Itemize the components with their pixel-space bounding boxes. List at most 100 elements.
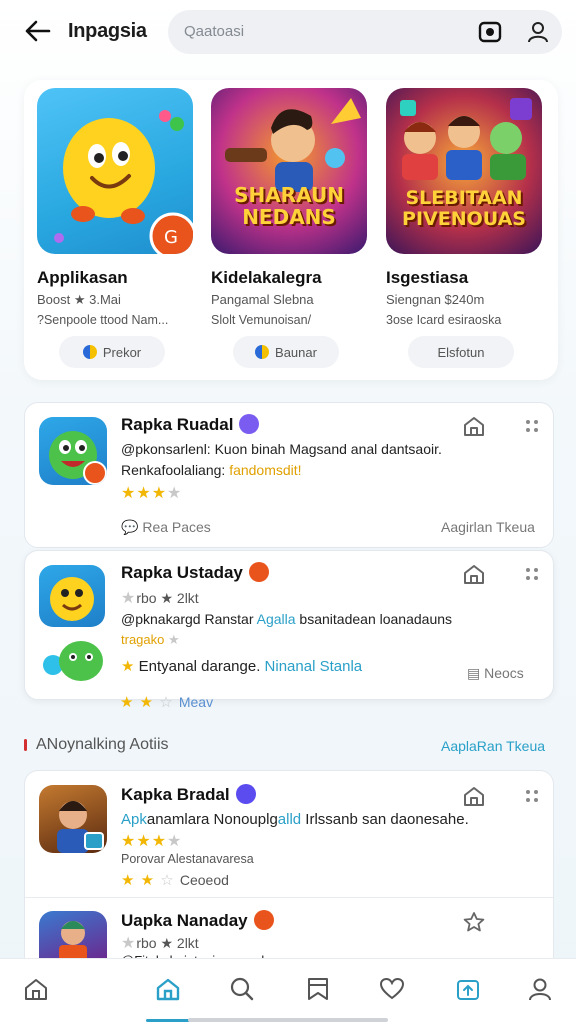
rating-text: rbo ★ 2lkt xyxy=(136,590,199,606)
top-bar: Inpagsia Qaatoasi xyxy=(0,0,576,64)
description-text: @pknakargd Ranstar xyxy=(121,611,257,627)
news-meta[interactable]: ▤ Neocs xyxy=(467,665,524,682)
wishlist-star-icon[interactable] xyxy=(463,911,485,933)
app-title: Rapka Ustaday xyxy=(121,561,269,584)
app-description: @pknakargd Ranstar Agalla bsanitadean lo… xyxy=(121,611,452,627)
drag-handle-icon[interactable] xyxy=(525,419,539,433)
logo-line: SHARAUN xyxy=(234,183,344,207)
app-title: Uapka Nanaday xyxy=(121,909,274,932)
description-link[interactable]: alld xyxy=(278,811,301,828)
app-title-text: Kapka Bradal xyxy=(121,785,230,804)
install-button[interactable]: Baunar xyxy=(233,336,339,368)
search-placeholder[interactable]: Qaatoasi xyxy=(184,23,244,40)
rating-line: ★ ★ ☆ Ceoeod xyxy=(121,872,229,889)
featured-carousel: G Applikasan Boost ★ 3.Mai ?Senpoole tto… xyxy=(24,80,558,380)
app-description: ?Senpoole ttood Nam... xyxy=(37,313,169,327)
app-icon[interactable] xyxy=(39,911,107,959)
see-more-link[interactable]: Aagirlan Tkeua xyxy=(441,519,535,535)
description-text: anamlara Nonouplg xyxy=(146,811,278,828)
description-link[interactable]: Apk xyxy=(121,811,147,828)
tagline-text: Renkafoolaliang: xyxy=(121,462,230,478)
app-name: Applikasan xyxy=(37,268,128,287)
app-title: Rapka Ruadal xyxy=(121,413,260,436)
app-subtitle: Porovar Alestanavaresa xyxy=(121,852,254,866)
drag-handle-icon[interactable] xyxy=(525,567,539,581)
user-icon[interactable] xyxy=(526,20,550,44)
rating-text: Ceoeod xyxy=(179,872,229,888)
app-icon[interactable]: SLEBITAAN PIVENOUAS xyxy=(386,88,542,254)
nav-active-indicator xyxy=(146,1019,190,1022)
app-list-item[interactable]: Rapka Ustaday ★rbo ★ 2lkt @pknakargd Ran… xyxy=(24,550,554,700)
store-icon[interactable] xyxy=(463,785,485,807)
back-arrow-icon[interactable] xyxy=(22,16,54,46)
app-icon-secondary xyxy=(39,637,107,685)
nav-search-icon[interactable] xyxy=(226,973,258,1005)
logo-line: PIVENOUAS xyxy=(402,208,526,230)
app-icon[interactable]: SHARAUN NEDANS xyxy=(211,88,367,254)
app-description: Apkanamlara Nonouplgalld Irlssanb san da… xyxy=(121,811,469,828)
app-icon[interactable]: G xyxy=(37,88,193,254)
app-title: Kapka Bradal xyxy=(121,783,256,806)
section-see-all-link[interactable]: AaplaRan Tkeua xyxy=(441,738,545,754)
button-label: Elsfotun xyxy=(437,344,485,360)
feature-line: ★ Entyanal darange. Ninanal Stanla xyxy=(121,657,362,675)
review-meta-text: Rea Paces xyxy=(142,519,211,535)
star-icon: ★ xyxy=(121,658,135,675)
play-icon xyxy=(82,345,97,359)
app-title: Inpagsia xyxy=(68,20,147,42)
svg-text:G: G xyxy=(164,227,178,248)
divider xyxy=(25,897,553,898)
nav-profile-icon[interactable] xyxy=(524,973,556,1005)
app-name: Isgestiasa xyxy=(386,268,469,287)
bottom-navigation xyxy=(0,958,576,1024)
section-title: ANoynalking Aotiis xyxy=(24,736,169,753)
app-icon[interactable] xyxy=(39,565,105,627)
app-icon[interactable] xyxy=(39,417,107,485)
install-button[interactable]: Elsfotun xyxy=(408,336,514,368)
featured-card[interactable]: SLEBITAAN PIVENOUAS Isgestiasa Siengnan … xyxy=(386,88,546,368)
rating-line: ★rbo ★ 2lkt xyxy=(121,590,199,607)
game-logo: SHARAUN NEDANS xyxy=(223,184,355,228)
verified-badge-icon xyxy=(235,783,256,804)
game-logo: SLEBITAAN PIVENOUAS xyxy=(394,188,534,230)
logo-line: NEDANS xyxy=(242,205,336,229)
review-meta[interactable]: 💬 Rea Paces xyxy=(121,519,211,536)
app-description: @pkonsarlenl: Kuon binah Magsand anal da… xyxy=(121,441,442,457)
home-indicator xyxy=(188,1018,388,1022)
nav-apps-icon[interactable] xyxy=(152,973,184,1005)
install-button[interactable]: Prekor xyxy=(59,336,165,368)
app-icon[interactable] xyxy=(39,785,107,853)
description-link[interactable]: Agalla xyxy=(257,611,296,627)
nav-updates-icon[interactable] xyxy=(452,973,484,1005)
nav-favorites-icon[interactable] xyxy=(376,973,408,1005)
store-icon[interactable] xyxy=(463,415,485,437)
store-icon[interactable] xyxy=(463,563,485,585)
verified-badge-icon xyxy=(239,413,260,434)
tagline-highlight: fandomsdit! xyxy=(229,462,302,478)
button-label: Prekor xyxy=(102,344,142,360)
app-title-text: Uapka Nanaday xyxy=(121,911,248,930)
nav-library-icon[interactable] xyxy=(302,973,334,1005)
featured-card[interactable]: SHARAUN NEDANS Kidelakalegra Pangamal Sl… xyxy=(211,88,371,368)
app-list-item[interactable]: Rapka Ruadal @pkonsarlenl: Kuon binah Ma… xyxy=(24,402,554,548)
app-name: Kidelakalegra xyxy=(211,268,322,287)
app-title-text: Rapka Ustaday xyxy=(121,563,243,582)
featured-card[interactable]: G Applikasan Boost ★ 3.Mai ?Senpoole tto… xyxy=(37,88,197,368)
drag-handle-icon[interactable] xyxy=(525,789,539,803)
rating-below: ★ ★ ☆ Meav xyxy=(120,694,214,711)
camera-icon[interactable] xyxy=(478,20,502,44)
search-bar[interactable]: Qaatoasi xyxy=(168,10,562,54)
rating-tag: tragako ★ xyxy=(121,632,180,647)
app-subtitle: Boost ★ 3.Mai xyxy=(37,292,121,307)
app-description: 3ose Icard esiraoska xyxy=(386,313,502,327)
app-title-text: Rapka Ruadal xyxy=(121,415,234,434)
comment-icon: 💬 xyxy=(121,519,139,535)
nav-home-icon[interactable] xyxy=(20,973,52,1005)
app-tagline: Renkafoolaliang: fandomsdit! xyxy=(121,462,302,478)
app-subtitle: Pangamal Slebna xyxy=(211,292,314,307)
feature-link[interactable]: Ninanal Stanla xyxy=(265,658,363,675)
app-subtitle: Siengnan $240m xyxy=(386,292,485,307)
rating-line: ★rbo ★ 2lkt xyxy=(121,935,199,952)
description-text: bsanitadean loanadauns xyxy=(295,611,453,627)
rating-text: rbo ★ 2lkt xyxy=(136,935,199,951)
